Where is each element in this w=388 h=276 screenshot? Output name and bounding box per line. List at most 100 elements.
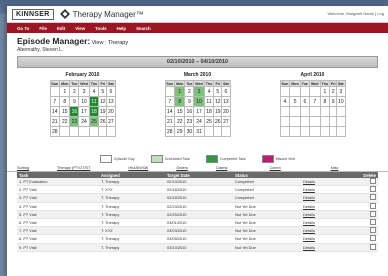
day-cell[interactable]: [319, 116, 331, 127]
day-cell[interactable]: 10: [193, 96, 205, 107]
day-cell[interactable]: 20: [106, 106, 116, 117]
day-cell[interactable]: [289, 126, 301, 137]
day-cell[interactable]: [213, 126, 223, 137]
day-cell[interactable]: [88, 126, 100, 137]
day-cell[interactable]: 15: [174, 106, 186, 117]
task-cell[interactable]: 3. PT Visit: [17, 193, 99, 203]
day-cell[interactable]: [308, 106, 321, 117]
welcome-text[interactable]: Welcome, Margaret Name | Log: [327, 11, 384, 16]
day-cell[interactable]: [289, 106, 301, 117]
day-cell[interactable]: 7: [308, 96, 321, 107]
filter-claims[interactable]: Claims: [216, 166, 228, 170]
day-cell[interactable]: 2: [184, 86, 195, 97]
day-cell[interactable]: [299, 116, 310, 127]
day-cell[interactable]: 6: [299, 96, 310, 107]
day-cell[interactable]: 24: [193, 116, 205, 127]
day-cell[interactable]: 5: [213, 86, 223, 97]
menu-edit[interactable]: Edit: [57, 26, 65, 31]
day-cell[interactable]: 25: [88, 116, 100, 127]
filter-orders[interactable]: Orders: [176, 166, 188, 170]
details-link[interactable]: Details: [301, 218, 357, 228]
day-cell[interactable]: 3: [336, 86, 346, 97]
filter-comm[interactable]: Comm: [269, 166, 280, 170]
details-link[interactable]: Details: [301, 234, 357, 244]
day-cell[interactable]: 8: [319, 96, 331, 107]
day-cell[interactable]: 18: [203, 106, 215, 117]
day-cell[interactable]: [203, 126, 215, 137]
task-cell[interactable]: 7. PT Visit: [17, 226, 99, 236]
day-cell[interactable]: [299, 86, 310, 97]
day-cell[interactable]: 8: [59, 96, 71, 107]
day-cell[interactable]: 1: [174, 86, 186, 97]
menu-file[interactable]: File: [39, 26, 47, 31]
day-cell[interactable]: [319, 106, 331, 117]
delete-checkbox[interactable]: [370, 202, 376, 209]
day-cell[interactable]: [329, 106, 338, 117]
day-cell[interactable]: 13: [106, 96, 116, 107]
task-cell[interactable]: 5. PT Visit: [17, 210, 99, 219]
menu-view[interactable]: View: [75, 26, 85, 31]
details-link[interactable]: Details: [301, 185, 357, 195]
menu-tools[interactable]: Tools: [95, 26, 106, 31]
delete-checkbox[interactable]: [370, 210, 376, 217]
delete-checkbox[interactable]: [370, 243, 376, 250]
day-cell[interactable]: 21: [164, 116, 176, 127]
day-cell[interactable]: 19: [213, 106, 223, 117]
day-cell[interactable]: 17: [78, 106, 90, 117]
day-cell[interactable]: 8: [174, 96, 186, 107]
day-cell[interactable]: [279, 86, 291, 97]
day-cell[interactable]: [289, 116, 301, 127]
menu-help[interactable]: Help: [117, 26, 127, 31]
day-cell[interactable]: 26: [213, 116, 223, 127]
day-cell[interactable]: 3: [78, 86, 90, 97]
day-cell[interactable]: 17: [193, 106, 205, 117]
menu-go-to[interactable]: Go To: [17, 26, 29, 31]
details-link[interactable]: Details: [301, 226, 357, 236]
day-cell[interactable]: 4: [88, 86, 100, 97]
day-cell[interactable]: 16: [69, 106, 80, 117]
filter-hh-sn-sw[interactable]: Hh&SN/SW: [128, 166, 148, 170]
day-cell[interactable]: 3: [193, 86, 205, 97]
day-cell[interactable]: [221, 126, 231, 137]
day-cell[interactable]: 9: [329, 96, 338, 107]
task-cell[interactable]: 2. PT Visit: [17, 185, 99, 195]
day-cell[interactable]: 10: [336, 96, 346, 107]
day-cell[interactable]: [299, 106, 310, 117]
day-cell[interactable]: 12: [98, 96, 108, 107]
day-cell[interactable]: 4: [203, 86, 215, 97]
day-cell[interactable]: 22: [59, 116, 71, 127]
day-cell[interactable]: [329, 116, 338, 127]
details-link[interactable]: Details: [301, 210, 357, 219]
task-cell[interactable]: 8. PT Visit: [17, 234, 99, 244]
day-cell[interactable]: 1: [319, 86, 331, 97]
day-cell[interactable]: [319, 126, 331, 137]
day-cell[interactable]: 7: [164, 96, 176, 107]
day-cell[interactable]: [329, 126, 338, 137]
day-cell[interactable]: [279, 106, 291, 117]
menu-search[interactable]: Search: [136, 26, 151, 31]
day-cell[interactable]: 14: [49, 106, 61, 117]
day-cell[interactable]: 9: [69, 96, 80, 107]
day-cell[interactable]: 11: [88, 96, 100, 107]
day-cell[interactable]: 16: [184, 106, 195, 117]
day-cell[interactable]: 30: [184, 126, 195, 137]
day-cell[interactable]: [98, 126, 108, 137]
day-cell[interactable]: 27: [221, 116, 231, 127]
day-cell[interactable]: 29: [174, 126, 186, 137]
day-cell[interactable]: [69, 126, 80, 137]
day-cell[interactable]: 15: [59, 106, 71, 117]
details-link[interactable]: Details: [301, 178, 357, 187]
day-cell[interactable]: 21: [49, 116, 61, 127]
day-cell[interactable]: 20: [221, 106, 231, 117]
day-cell[interactable]: [49, 86, 61, 97]
delete-checkbox[interactable]: [370, 186, 376, 193]
task-cell[interactable]: 9. PT Visit: [17, 243, 99, 252]
task-cell[interactable]: 1. PT Evaluation: [17, 178, 99, 187]
day-cell[interactable]: 27: [106, 116, 116, 127]
day-cell[interactable]: 9: [184, 96, 195, 107]
details-link[interactable]: Details: [301, 202, 357, 211]
day-cell[interactable]: 23: [69, 116, 80, 127]
day-cell[interactable]: 13: [221, 96, 231, 107]
day-cell[interactable]: [59, 126, 71, 137]
day-cell[interactable]: 28: [49, 126, 61, 137]
